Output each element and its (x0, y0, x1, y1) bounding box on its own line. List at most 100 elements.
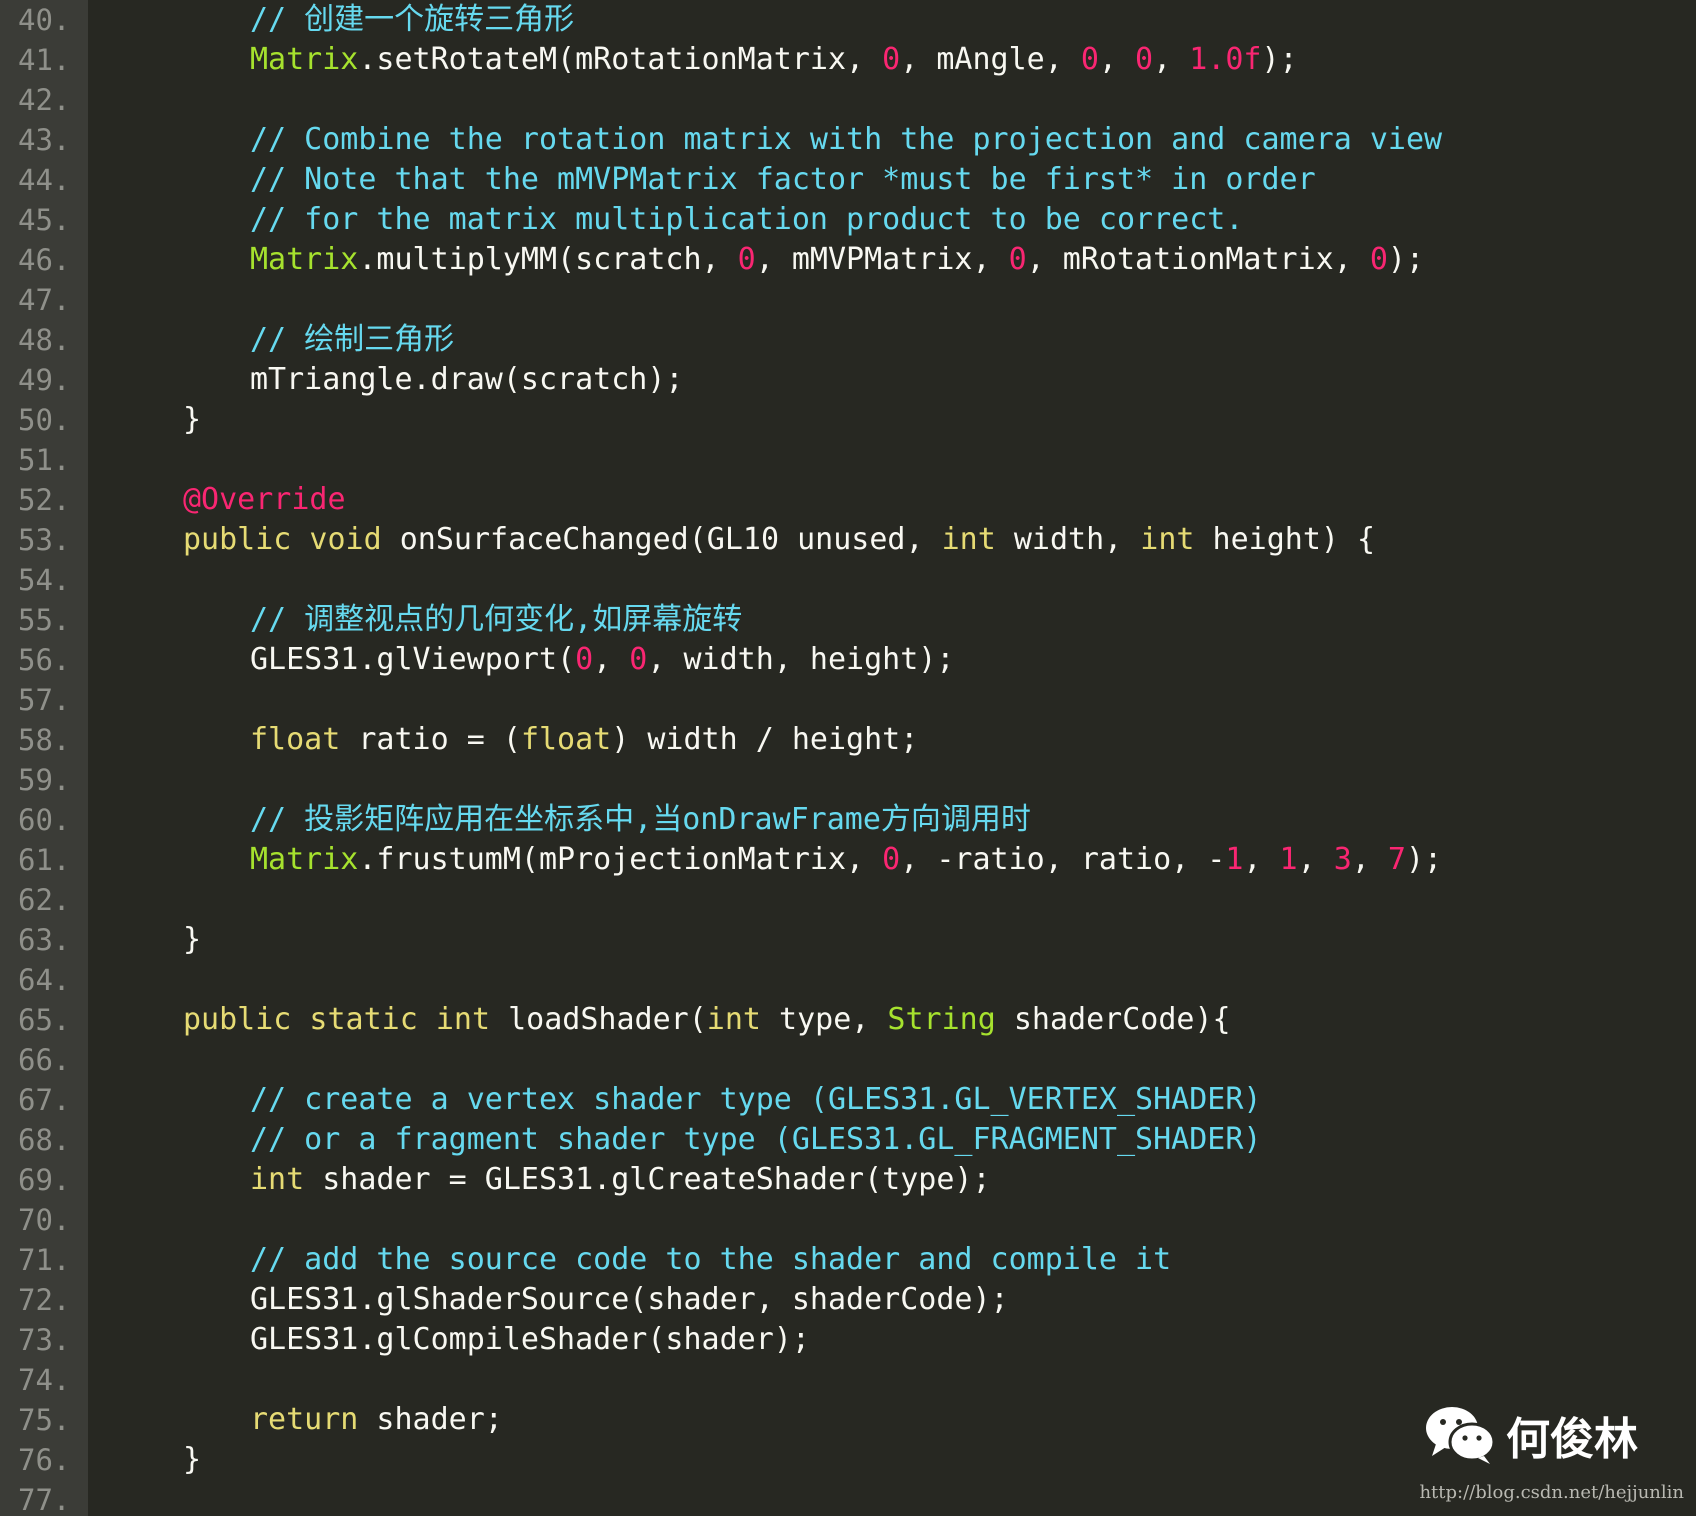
line-text: // 创建一个旋转三角形 (250, 0, 574, 40)
code-token: .setRotateM(mRotationMatrix, (358, 42, 883, 77)
line-text: // 绘制三角形 (250, 320, 454, 360)
line-text: // for the matrix multiplication product… (250, 200, 1243, 240)
line-text: // Combine the rotation matrix with the … (250, 120, 1442, 160)
code-token: , (1098, 42, 1136, 77)
line-number: 49. (18, 363, 71, 397)
line-text: } (183, 400, 201, 440)
line-number: 46. (18, 243, 71, 277)
code-token: // 绘制三角形 (250, 322, 455, 357)
code-token: // for the matrix multiplication product… (250, 202, 1244, 237)
code-line: 52. @Override (0, 480, 1696, 520)
code-line: 49. mTriangle.draw(scratch); (0, 360, 1696, 400)
line-number: 66. (18, 1043, 71, 1077)
code-token: Matrix (250, 42, 359, 77)
line-text: // create a vertex shader type (GLES31.G… (250, 1080, 1261, 1120)
code-token: 0 (1135, 42, 1154, 77)
code-token: 3 (1333, 842, 1352, 877)
code-line: 44. // Note that the mMVPMatrix factor *m… (0, 160, 1696, 200)
code-line: 54. (0, 560, 1696, 600)
code-token: 1.0f (1189, 42, 1262, 77)
code-token: int (941, 522, 996, 557)
code-line: 60. // 投影矩阵应用在坐标系中,当onDrawFrame方向调用时 (0, 800, 1696, 840)
line-number: 63. (18, 923, 71, 957)
line-number: 43. (18, 123, 71, 157)
line-number: 77. (18, 1483, 71, 1516)
line-text: // or a fragment shader type (GLES31.GL_… (250, 1120, 1261, 1160)
line-text: // add the source code to the shader and… (250, 1240, 1171, 1280)
line-text: } (183, 1440, 201, 1480)
code-token: GLES31.glCompileShader(shader); (250, 1322, 810, 1357)
code-token: float (520, 722, 612, 757)
line-number: 41. (18, 43, 71, 77)
line-text: // Note that the mMVPMatrix factor *must… (250, 160, 1316, 200)
code-token: // create a vertex shader type (GLES31.G… (250, 1082, 1262, 1117)
code-token: 7 (1387, 842, 1406, 877)
code-token: 0 (737, 242, 756, 277)
line-number: 73. (18, 1323, 71, 1357)
code-token: // 创建一个旋转三角形 (250, 2, 575, 37)
code-token: .multiplyMM(scratch, (358, 242, 738, 277)
line-number: 70. (18, 1203, 71, 1237)
code-area[interactable]: 40.// 创建一个旋转三角形 41. Matrix.setRotateM(mRot… (0, 0, 1696, 1516)
code-token: height) { (1194, 522, 1376, 557)
code-line: 51. (0, 440, 1696, 480)
line-number: 53. (18, 523, 71, 557)
code-line: 43. // Combine the rotation matrix with t… (0, 120, 1696, 160)
code-token: 0 (1080, 42, 1099, 77)
watermark: 何俊林 (1424, 1400, 1638, 1470)
line-number: 45. (18, 203, 71, 237)
code-token: GLES31.glViewport( (250, 642, 576, 677)
line-number: 42. (18, 83, 71, 117)
code-token: shader; (358, 1402, 503, 1437)
code-token: // Combine the rotation matrix with the … (250, 122, 1443, 157)
code-token: } (183, 1442, 202, 1477)
code-line: 63.} (0, 920, 1696, 960)
line-number: 51. (18, 443, 71, 477)
code-token: , mAngle, (900, 42, 1081, 77)
code-line: 40. // 创建一个旋转三角形 (0, 0, 1696, 40)
line-number: 55. (18, 603, 71, 637)
code-token: type, (760, 1002, 888, 1037)
code-line: 70. (0, 1200, 1696, 1240)
code-editor: 40.// 创建一个旋转三角形 41. Matrix.setRotateM(mRot… (0, 0, 1696, 1516)
line-number: 40. (18, 3, 71, 37)
code-line: 59. (0, 760, 1696, 800)
code-token: } (183, 922, 202, 957)
code-token: 0 (1369, 242, 1388, 277)
code-token: } (183, 402, 202, 437)
code-token: @Override (183, 482, 346, 517)
line-number: 54. (18, 563, 71, 597)
line-text: // 投影矩阵应用在坐标系中,当onDrawFrame方向调用时 (250, 800, 1031, 840)
line-text: return shader; (250, 1400, 503, 1440)
code-token: , (1297, 842, 1334, 877)
code-token: ); (1387, 242, 1425, 277)
line-number: 50. (18, 403, 71, 437)
code-token: return (250, 1402, 359, 1437)
code-token: // 调整视点的几何变化,如屏幕旋转 (250, 602, 743, 637)
line-text: public void onSurfaceChanged(GL10 unused… (183, 520, 1375, 560)
code-line: 74. (0, 1360, 1696, 1400)
code-line: 72. GLES31.glShaderSource(shader, shaderC… (0, 1280, 1696, 1320)
code-token: 1 (1279, 842, 1298, 877)
line-text: int shader = GLES31.glCreateShader(type)… (250, 1160, 991, 1200)
code-token: // or a fragment shader type (GLES31.GL_… (250, 1122, 1262, 1157)
code-token: public void (183, 522, 382, 557)
line-number: 75. (18, 1403, 71, 1437)
code-token: shaderCode){ (995, 1002, 1231, 1037)
code-line: 69. int shader = GLES31.glCreateShader(ty… (0, 1160, 1696, 1200)
code-token: // Note that the mMVPMatrix factor *must… (250, 162, 1316, 197)
code-token: Matrix (250, 242, 359, 277)
code-token: 0 (882, 42, 901, 77)
line-text: mTriangle.draw(scratch); (250, 360, 683, 400)
code-token: , (1351, 842, 1388, 877)
code-token: 0 (1008, 242, 1027, 277)
line-number: 68. (18, 1123, 71, 1157)
line-number: 60. (18, 803, 71, 837)
code-token: , (1243, 842, 1280, 877)
line-number: 65. (18, 1003, 71, 1037)
code-token: ratio = ( (340, 722, 521, 757)
line-text: GLES31.glViewport(0, 0, width, height); (250, 640, 954, 680)
code-line: 58. float ratio = (float) width / height; (0, 720, 1696, 760)
line-number: 71. (18, 1243, 71, 1277)
code-token: int (706, 1002, 761, 1037)
